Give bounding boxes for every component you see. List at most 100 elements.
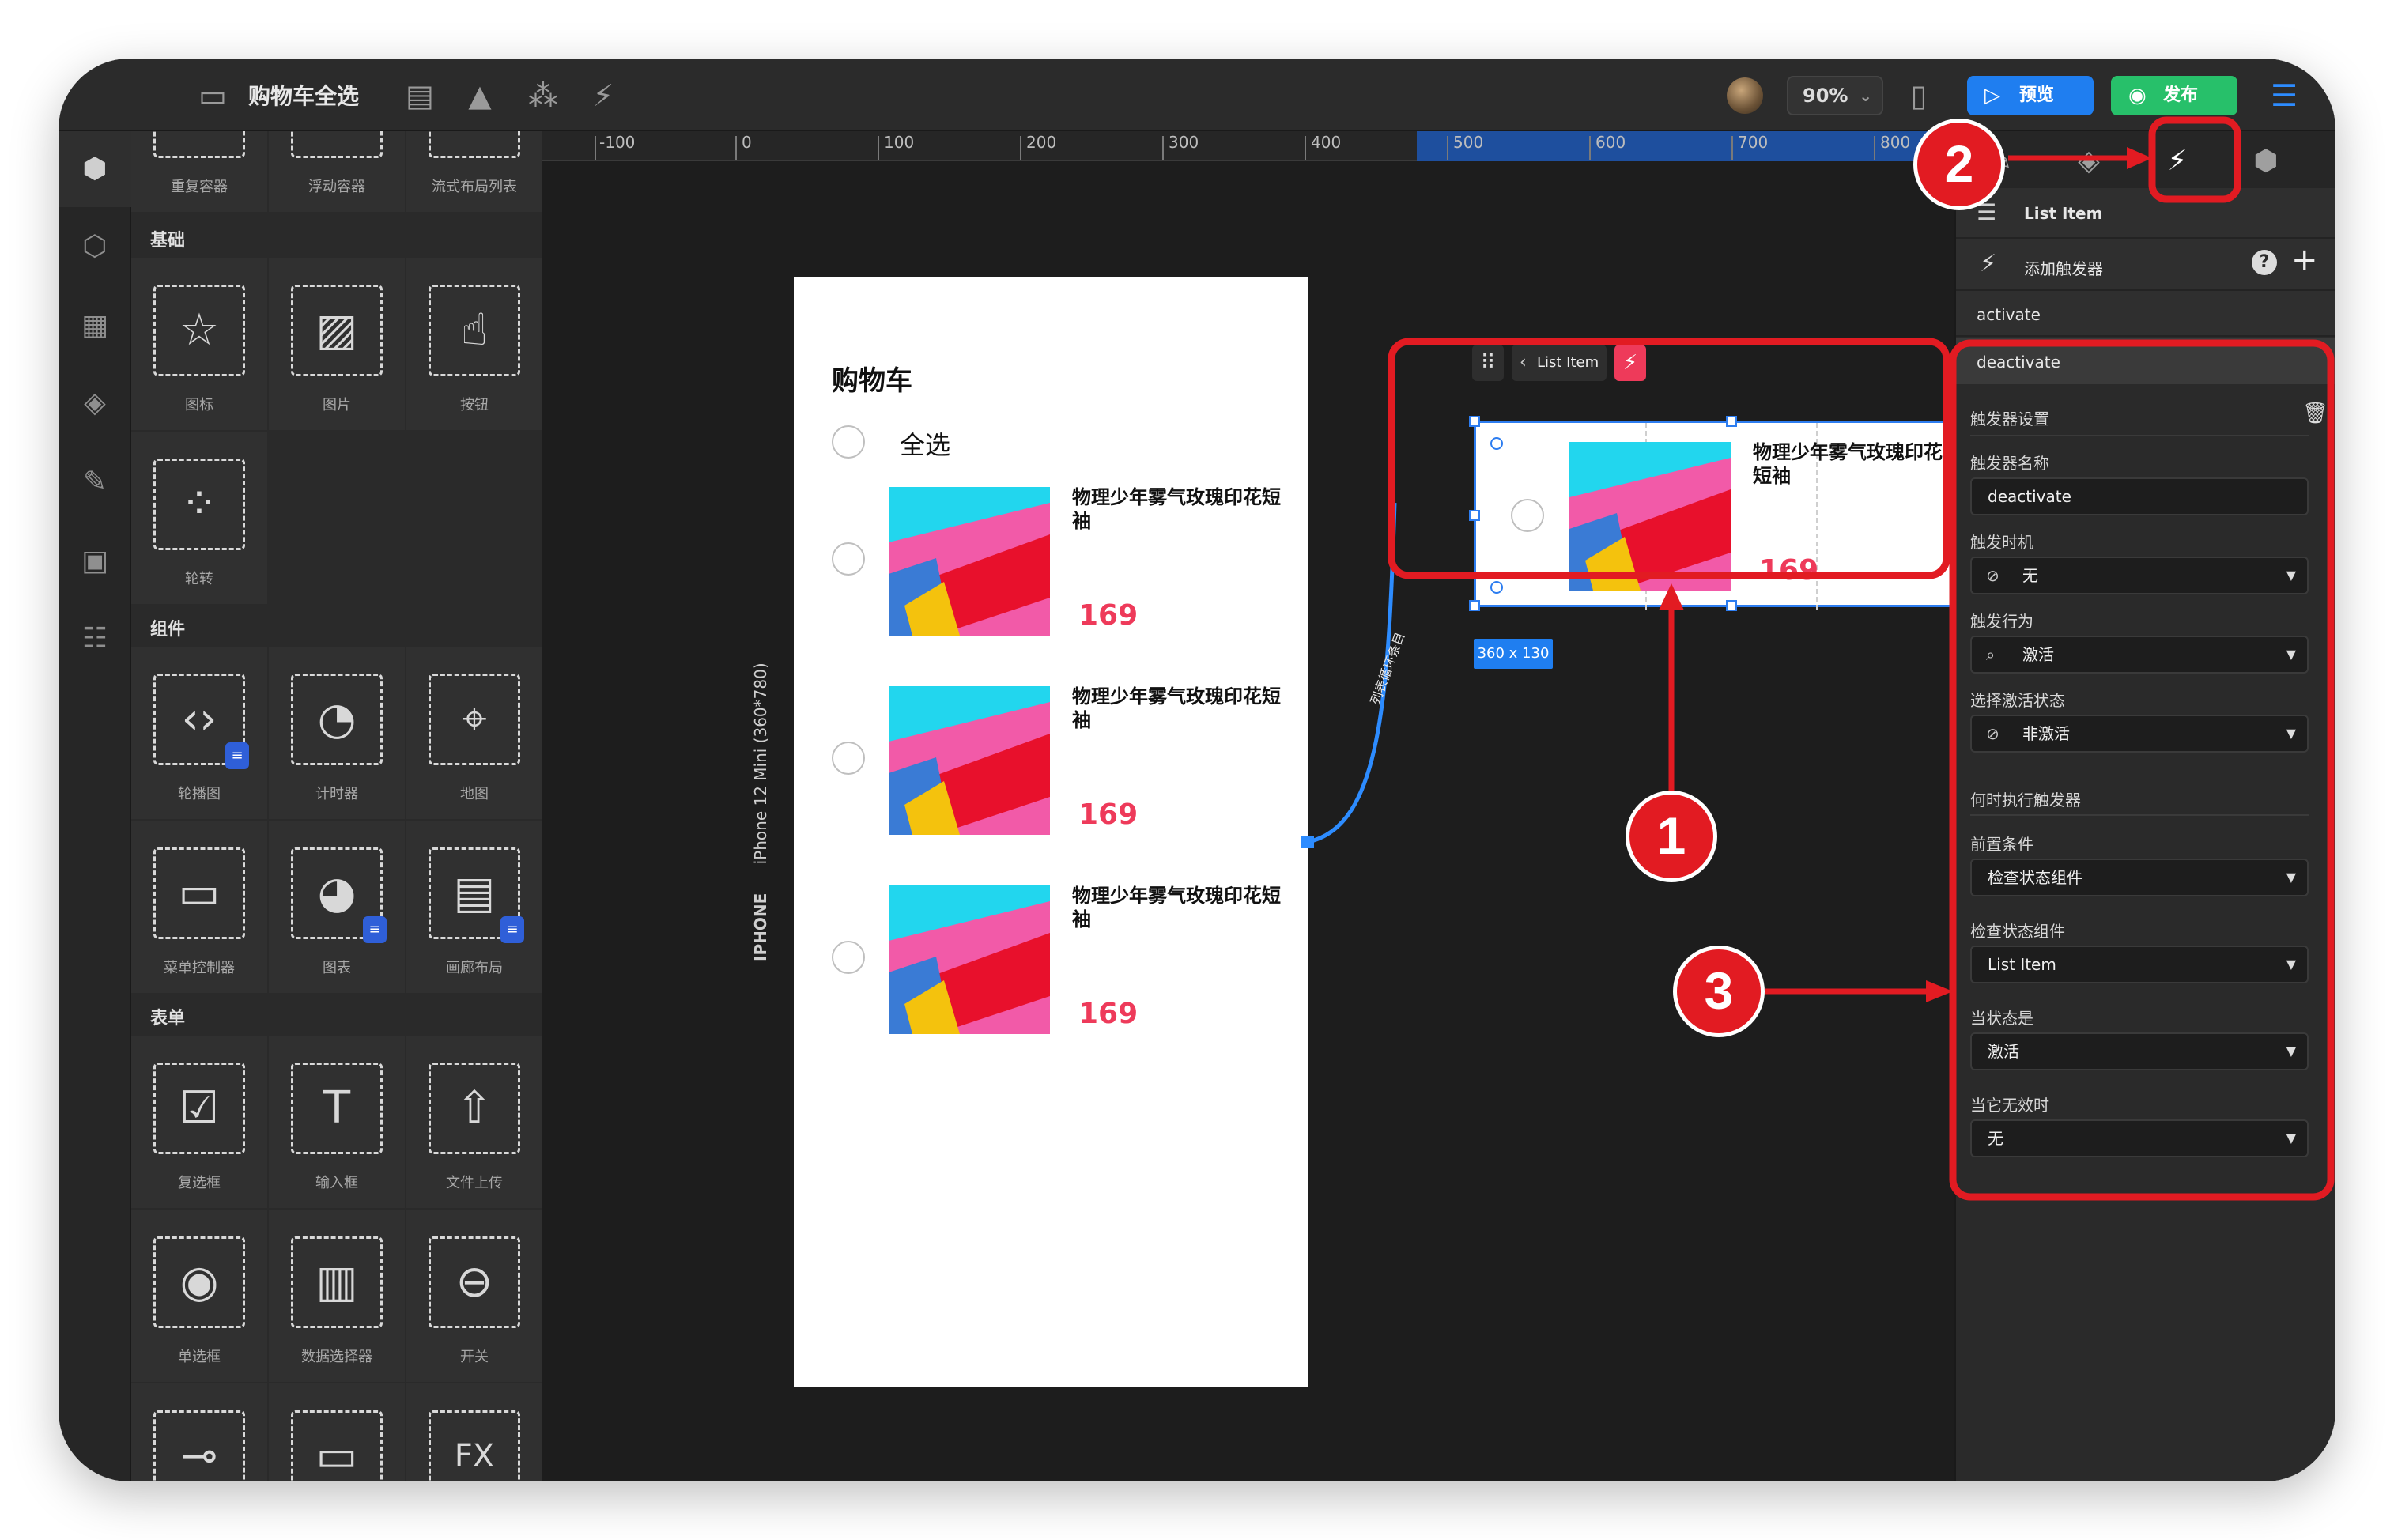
item-radio[interactable] [1511, 499, 1544, 532]
chevron-down-icon: ⌄ [1859, 86, 1872, 105]
check-component-select[interactable]: List Item ▼ [1970, 946, 2309, 983]
palette-item-repeat-container[interactable]: 重复容器 [131, 131, 267, 212]
components-cube-icon[interactable]: ⬢ [76, 150, 114, 188]
publish-label: 发布 [2163, 85, 2199, 105]
plugins-icon[interactable]: ⁂ [525, 77, 561, 114]
palette-item-float-container[interactable]: 浮动容器 [269, 131, 405, 212]
toggle-icon: ⊖ [429, 1236, 520, 1328]
product-price: 169 [1759, 554, 1819, 587]
database-icon: ≡ [225, 742, 249, 769]
palette-item-slider[interactable]: ⊸ [131, 1383, 267, 1481]
button-click-icon: ☝ [429, 285, 520, 376]
palette-item-file-upload[interactable]: ⇧ 文件上传 [406, 1036, 542, 1208]
annotation-badge-3: 3 [1673, 946, 1765, 1037]
palette-item-formula[interactable]: FX [406, 1383, 542, 1481]
palette-item-icon[interactable]: ☆ 图标 [131, 258, 267, 430]
gallery-icon: ▤ ≡ [429, 847, 524, 943]
chevron-down-icon: ▼ [2286, 568, 2296, 583]
device-phone-icon[interactable]: ▯ [1901, 77, 1937, 114]
trigger-name-input[interactable]: deactivate [1970, 477, 2309, 515]
left-rail: ⬢ ⬡ ▦ ◈ ✎ ▣ ☷ [59, 131, 131, 1481]
star-icon: ☆ [153, 285, 245, 376]
trash-icon[interactable]: 🗑 [2302, 402, 2328, 425]
timer-icon: ◔ [291, 674, 383, 765]
play-icon: ▷ [1984, 84, 2000, 108]
cube-settings-icon[interactable]: ⬢ [2245, 141, 2286, 182]
section-title-form: 表单 [150, 1009, 186, 1029]
textarea-icon: ▭ [291, 1410, 383, 1481]
palette-item-menu-controller[interactable]: ▭ 菜单控制器 [131, 821, 267, 993]
palette-item-image[interactable]: ▨ 图片 [269, 258, 405, 430]
chevron-down-icon: ▼ [2286, 957, 2296, 972]
list-icon[interactable]: ☷ [76, 620, 114, 658]
database-icon: ≡ [363, 916, 387, 943]
palette-item-button[interactable]: ☝ 按钮 [406, 258, 542, 430]
annotation-badge-1: 1 [1626, 791, 1717, 882]
palette-item-gallery[interactable]: ▤ ≡ 画廊布局 [406, 821, 542, 993]
palette-item-input[interactable]: T 输入框 [269, 1036, 405, 1208]
palette-item-chart[interactable]: ◕ ≡ 图表 [269, 821, 405, 993]
invalid-label: 当它无效时 [1970, 1096, 2049, 1115]
palette-item-flow-list[interactable]: 流式布局列表 [406, 131, 542, 212]
palette-item-carousel[interactable]: ‹› ≡ 轮播图 [131, 647, 267, 819]
trigger-bolt-icon[interactable]: ⚡ [1614, 345, 1646, 381]
page-icon[interactable]: ▤ [402, 77, 438, 114]
parent-select-button[interactable]: ‹ List Item [1512, 345, 1607, 381]
invalid-select[interactable]: 无 ▼ [1970, 1119, 2309, 1157]
chevron-down-icon: ▼ [2286, 1130, 2296, 1146]
precondition-select[interactable]: 检查状态组件 ▼ [1970, 859, 2309, 896]
layers-icon[interactable]: ◈ [76, 384, 114, 422]
sidebar-toggle-icon[interactable]: ▭ [194, 77, 231, 114]
selected-list-item[interactable]: 物理少年雾气玫瑰印花短袖 169 [1469, 416, 1988, 611]
tab-triggers-bolt-icon[interactable]: ⚡ [2157, 141, 2198, 182]
design-canvas[interactable]: -100 0 100 200 300 400 500 600 700 800 I… [542, 131, 1988, 1481]
palette-item-timer[interactable]: ◔ 计时器 [269, 647, 405, 819]
timing-select[interactable]: ⊘ 无 ▼ [1970, 557, 2309, 594]
add-trigger-label: 添加触发器 [2024, 259, 2103, 278]
blocks-icon[interactable]: ⬡ [76, 228, 114, 266]
pie-chart-icon: ◕ ≡ [291, 847, 387, 943]
chevron-down-icon: ▼ [2286, 1044, 2296, 1059]
spinner-icon: ⁘ [153, 459, 245, 550]
text-input-icon: T [291, 1063, 383, 1154]
state-select[interactable]: ⊘ 非激活 ▼ [1970, 715, 2309, 753]
palette-item-map[interactable]: ⌖ 地图 [406, 647, 542, 819]
none-circle-icon: ⊘ [1986, 724, 1999, 743]
preview-button[interactable]: ▷ 预览 [1967, 76, 2094, 115]
help-icon[interactable]: ? [2252, 250, 2277, 275]
property-panel: ✎ ◈ ⚡ ⬢ ☰ List Item ⚡ 添加触发器 ? + activate… [1954, 131, 2335, 1481]
upload-icon: ⇧ [429, 1063, 520, 1154]
pin-icon[interactable]: ✎ [76, 463, 114, 501]
pages-icon[interactable]: ▦ [76, 307, 114, 345]
timing-label: 触发时机 [1970, 533, 2033, 552]
settings-sliders-icon[interactable]: ☰ [2266, 77, 2302, 114]
publish-button[interactable]: ◉ 发布 [2111, 76, 2237, 115]
zoom-select[interactable]: 90% ⌄ [1787, 76, 1883, 115]
drive-icon[interactable]: ▲ [462, 77, 498, 114]
action-select[interactable]: ⌕ 激活 ▼ [1970, 636, 2309, 674]
check-component-label: 检查状态组件 [1970, 922, 2065, 941]
palette-item-data-picker[interactable]: ▥ 数据选择器 [269, 1210, 405, 1382]
top-toolbar: ▭ 购物车全选 ▤ ▲ ⁂ ⚡ 90% ⌄ ▯ ▷ 预览 ◉ 发布 ☰ [59, 59, 2335, 131]
settings-title: 触发器设置 [1970, 410, 2049, 428]
quick-action-icon[interactable]: ⚡ [585, 77, 621, 114]
palette-item-spinner[interactable]: ⁘ 轮转 [131, 432, 267, 604]
user-avatar[interactable] [1727, 77, 1763, 114]
palette-item-checkbox[interactable]: ☑ 复选框 [131, 1036, 267, 1208]
data-layers-icon[interactable]: ◈ [2068, 141, 2109, 182]
slider-icon: ⊸ [153, 1410, 245, 1481]
palette-item-radio[interactable]: ◉ 单选框 [131, 1210, 267, 1382]
trigger-item-deactivate[interactable]: deactivate [1956, 338, 2335, 384]
when-state-select[interactable]: 激活 ▼ [1970, 1032, 2309, 1070]
loop-connector [1301, 502, 1397, 848]
add-icon[interactable]: + [2291, 242, 2318, 278]
palette-item-textarea[interactable]: ▭ [269, 1383, 405, 1481]
section-title-components: 组件 [150, 620, 186, 640]
drag-handle-icon[interactable]: ⠿ [1472, 345, 1504, 381]
palette-item-switch[interactable]: ⊖ 开关 [406, 1210, 542, 1382]
zoom-value: 90% [1803, 85, 1848, 107]
when-state-label: 当状态是 [1970, 1009, 2033, 1028]
trigger-item-activate[interactable]: activate [1956, 291, 2335, 337]
templates-icon[interactable]: ▣ [76, 542, 114, 580]
eye-icon: ◉ [2128, 84, 2147, 108]
